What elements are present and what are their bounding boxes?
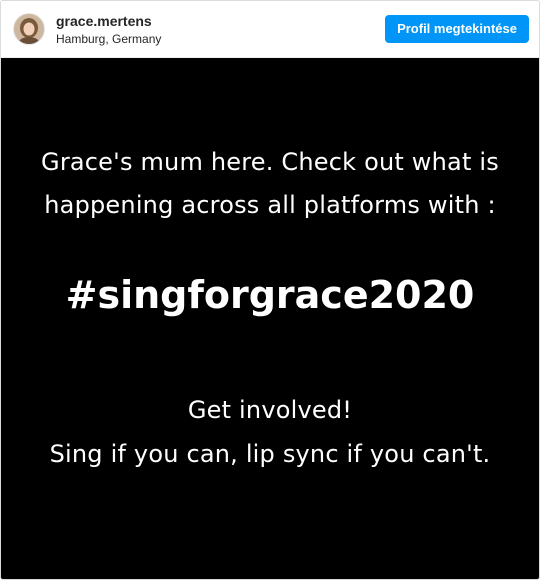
post-text-line-2: happening across all platforms with :: [44, 191, 496, 219]
view-profile-button[interactable]: Profil megtekintése: [385, 15, 529, 43]
avatar[interactable]: [13, 13, 45, 45]
instagram-embed: grace.mertens Hamburg, Germany Profil me…: [0, 0, 540, 580]
avatar-image: [14, 14, 44, 44]
post-image[interactable]: Grace's mum here. Check out what is happ…: [1, 58, 539, 579]
user-info: grace.mertens Hamburg, Germany: [56, 14, 161, 45]
post-text-line-1: Grace's mum here. Check out what is: [41, 148, 499, 176]
username[interactable]: grace.mertens: [56, 14, 161, 28]
post-header: grace.mertens Hamburg, Germany Profil me…: [1, 1, 539, 58]
post-text-line-3: Get involved!: [187, 396, 353, 424]
location[interactable]: Hamburg, Germany: [56, 33, 161, 45]
post-text-line-4: Sing if you can, lip sync if you can't.: [49, 440, 491, 468]
post-hashtag: #singforgrace2020: [65, 273, 475, 317]
